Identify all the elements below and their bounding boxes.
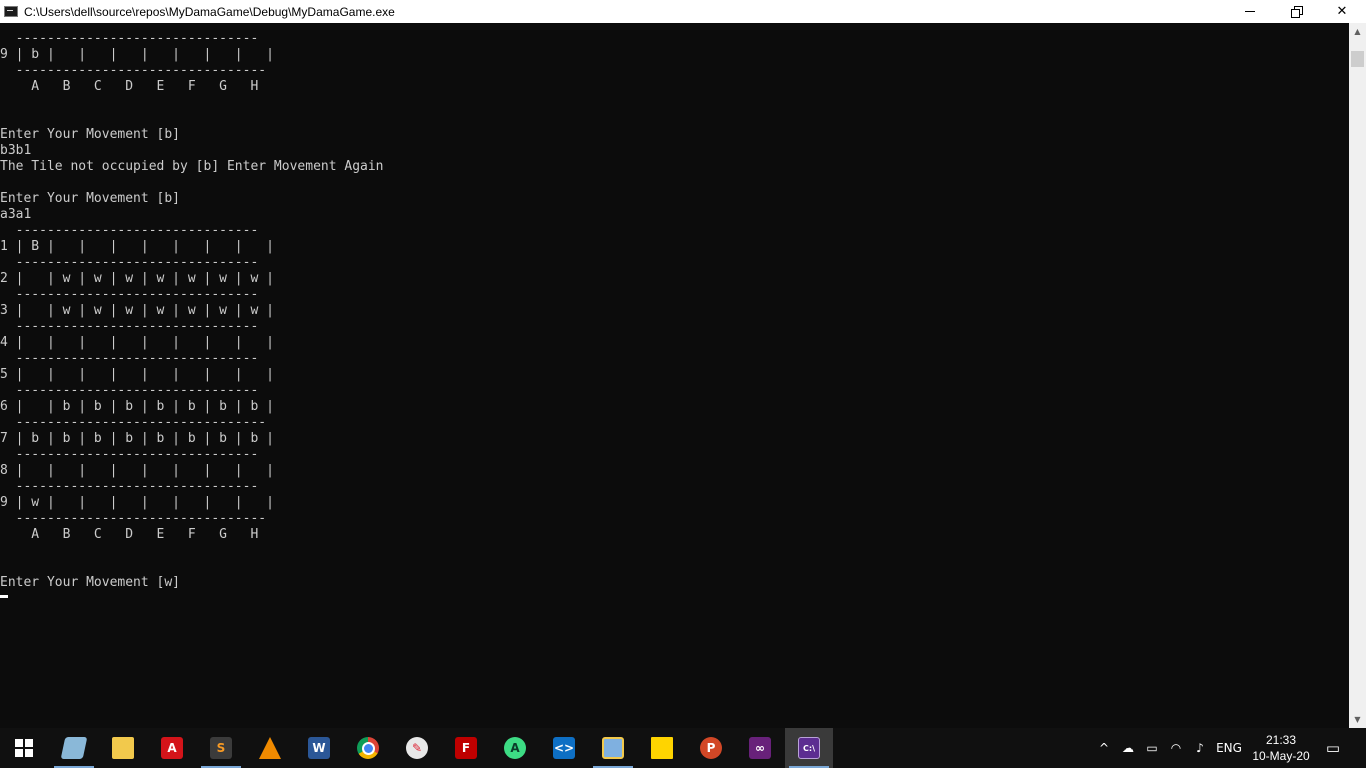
virtualbox-icon: [602, 737, 624, 759]
vscode-icon: <>: [553, 737, 575, 759]
chrome-icon: [357, 737, 379, 759]
taskbar-app-filezilla[interactable]: F: [442, 728, 490, 768]
show-hidden-icons-chevron-up-icon[interactable]: ^: [1094, 728, 1114, 768]
console-line: -------------------------------: [0, 255, 259, 270]
console-line: Enter Your Movement [b]: [0, 191, 181, 206]
taskbar-app-vlc[interactable]: [246, 728, 294, 768]
console-line: 5 | | | | | | | | |: [0, 367, 274, 382]
close-icon: ✕: [1336, 4, 1348, 19]
console-line: 7 | b | b | b | b | b | b | b | b |: [0, 431, 274, 446]
console-line: a3a1: [0, 207, 32, 222]
console-line: b3b1: [0, 143, 32, 158]
console-line: The Tile not occupied by [b] Enter Movem…: [0, 159, 384, 174]
taskbar-app-word[interactable]: W: [295, 728, 343, 768]
taskbar-app-android-studio[interactable]: A: [491, 728, 539, 768]
android-studio-icon: A: [504, 737, 526, 759]
battery-icon[interactable]: ▭: [1140, 728, 1164, 768]
console-line: --------------------------------: [0, 511, 267, 526]
taskbar: A S W ✎ F A <> P ∞ C:\ ^ ☁ ▭ ◠ ♪ ENG 21:…: [0, 728, 1366, 768]
sticky-note-icon: [651, 737, 673, 759]
folder-icon: [112, 737, 134, 759]
window-title: C:\Users\dell\source\repos\MyDamaGame\De…: [24, 4, 395, 19]
console-line: -------------------------------: [0, 479, 259, 494]
console-line: 3 | | w | w | w | w | w | w | w |: [0, 303, 274, 318]
console-line: 9 | b | | | | | | | |: [0, 47, 274, 62]
filezilla-icon: F: [455, 737, 477, 759]
taskbar-app-console[interactable]: C:\: [785, 728, 833, 768]
start-button[interactable]: [0, 728, 48, 768]
paint-icon: ✎: [406, 737, 428, 759]
onedrive-cloud-icon[interactable]: ☁: [1116, 728, 1140, 768]
vertical-scrollbar[interactable]: ▲ ▼: [1349, 23, 1366, 728]
notepad-icon: [60, 737, 88, 759]
pdf-icon: A: [161, 737, 183, 759]
text-cursor: [0, 595, 8, 598]
taskbar-app-file-explorer[interactable]: [99, 728, 147, 768]
console-line: -------------------------------: [0, 223, 259, 238]
console-line: -------------------------------: [0, 447, 259, 462]
taskbar-app-chrome[interactable]: [344, 728, 392, 768]
console-line: 4 | | | | | | | | |: [0, 335, 274, 350]
scroll-up-arrow-icon[interactable]: ▲: [1349, 23, 1366, 40]
scrollbar-thumb[interactable]: [1351, 51, 1364, 67]
vlc-cone-icon: [259, 737, 281, 759]
console-line: -------------------------------: [0, 31, 259, 46]
clock-date: 10-May-20: [1252, 749, 1310, 763]
volume-icon[interactable]: ♪: [1188, 728, 1212, 768]
console-icon: C:\: [798, 737, 820, 759]
console-line: -------------------------------: [0, 287, 259, 302]
console-line: -------------------------------: [0, 383, 259, 398]
console-line: A B C D E F G H: [0, 527, 259, 542]
taskbar-app-vscode[interactable]: <>: [540, 728, 588, 768]
taskbar-app-acrobat[interactable]: A: [148, 728, 196, 768]
taskbar-app-powerpoint[interactable]: P: [687, 728, 735, 768]
clock[interactable]: 21:33 10-May-20: [1248, 732, 1314, 764]
powerpoint-icon: P: [700, 737, 722, 759]
wifi-icon[interactable]: ◠: [1164, 728, 1188, 768]
minimize-button[interactable]: [1227, 0, 1273, 23]
console-line: -------------------------------: [0, 351, 259, 366]
word-icon: W: [308, 737, 330, 759]
restore-icon: [1290, 6, 1303, 18]
console-lines: ------------------------------- 9 | b | |…: [0, 31, 384, 591]
console-line: Enter Your Movement [w]: [0, 575, 181, 590]
taskbar-app-virtualbox[interactable]: [589, 728, 637, 768]
console-line: 6 | | b | b | b | b | b | b | b |: [0, 399, 274, 414]
console-line: 1 | B | | | | | | | |: [0, 239, 274, 254]
console-line: --------------------------------: [0, 415, 267, 430]
windows-logo-icon: [15, 739, 33, 757]
console-app-icon[interactable]: [4, 6, 18, 17]
taskbar-app-notes[interactable]: [50, 728, 98, 768]
visual-studio-icon: ∞: [749, 737, 771, 759]
sublime-icon: S: [210, 737, 232, 759]
console-line: --------------------------------: [0, 63, 267, 78]
scroll-down-arrow-icon[interactable]: ▼: [1349, 711, 1366, 728]
restore-button[interactable]: [1273, 0, 1319, 23]
taskbar-app-paint[interactable]: ✎: [393, 728, 441, 768]
console-line: 2 | | w | w | w | w | w | w | w |: [0, 271, 274, 286]
title-bar[interactable]: C:\Users\dell\source\repos\MyDamaGame\De…: [0, 0, 1366, 23]
clock-time: 21:33: [1265, 733, 1297, 747]
console-line: 8 | | | | | | | | |: [0, 463, 274, 478]
close-button[interactable]: ✕: [1319, 0, 1365, 23]
taskbar-app-sublime[interactable]: S: [197, 728, 245, 768]
console-line: Enter Your Movement [b]: [0, 127, 181, 142]
console-line: 9 | w | | | | | | | |: [0, 495, 274, 510]
minimize-icon: [1245, 11, 1255, 12]
console-line: -------------------------------: [0, 319, 259, 334]
notifications-icon[interactable]: ▭: [1318, 728, 1348, 768]
console-line: A B C D E F G H: [0, 79, 259, 94]
console-output[interactable]: ------------------------------- 9 | b | |…: [0, 23, 1349, 728]
taskbar-app-visual-studio[interactable]: ∞: [736, 728, 784, 768]
language-indicator[interactable]: ENG: [1212, 728, 1246, 768]
taskbar-app-sticky-notes[interactable]: [638, 728, 686, 768]
